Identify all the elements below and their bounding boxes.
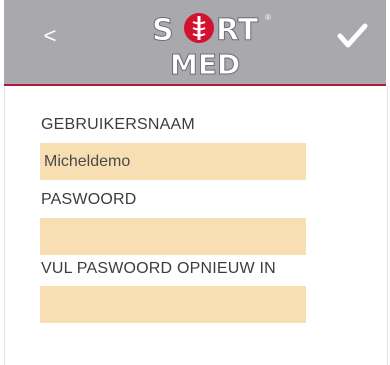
divider — [387, 86, 388, 365]
username-label: GEBRUIKERSNAAM — [41, 116, 195, 133]
svg-text:S: S — [152, 13, 174, 48]
confirm-button[interactable] — [334, 18, 370, 54]
repeat-password-field[interactable] — [40, 286, 306, 323]
app-header: < S RT ® MED — [4, 0, 386, 86]
back-button[interactable]: < — [38, 20, 62, 52]
svg-text:®: ® — [265, 13, 271, 22]
password-label: PASWOORD — [41, 191, 137, 208]
svg-text:MED: MED — [170, 48, 240, 78]
username-field[interactable] — [40, 143, 306, 180]
divider — [4, 86, 5, 365]
checkmark-icon — [337, 23, 368, 48]
svg-text:RT: RT — [216, 13, 259, 48]
repeat-password-label: VUL PASWOORD OPNIEUW IN — [41, 260, 276, 277]
sportmed-logo: S RT ® MED — [144, 6, 274, 79]
password-field[interactable] — [40, 218, 306, 255]
